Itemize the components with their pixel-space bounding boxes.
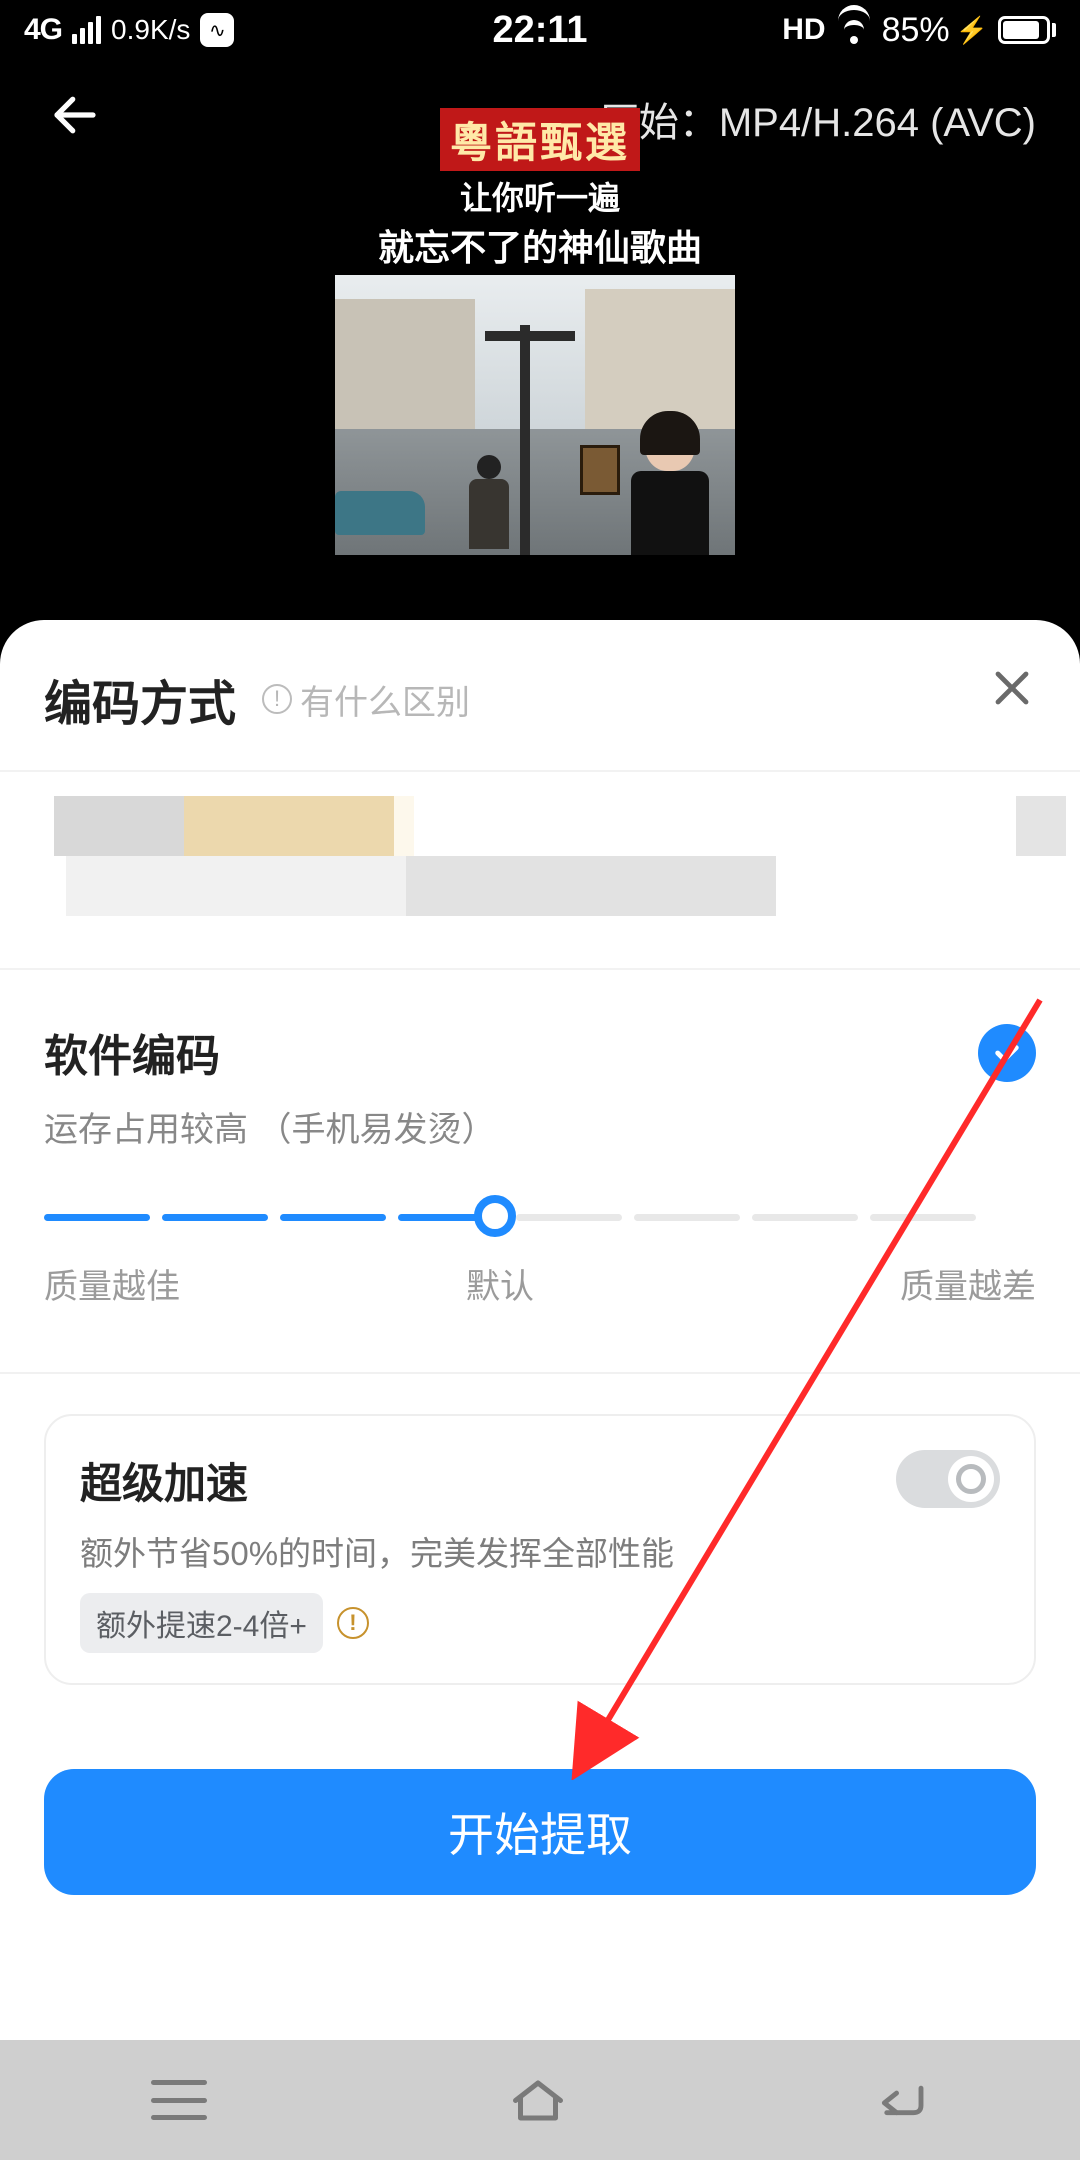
- signal-bars-icon: [72, 16, 101, 44]
- recent-apps-button[interactable]: [151, 2080, 207, 2120]
- system-nav-bar: [0, 2040, 1080, 2160]
- software-encoding-option[interactable]: 软件编码 运存占用较高 （手机易发烫）: [0, 970, 1080, 1181]
- slider-left-label: 质量越佳: [44, 1259, 180, 1308]
- hd-label: HD: [782, 13, 825, 47]
- censored-options-row: [0, 770, 1080, 970]
- start-extract-label: 开始提取: [448, 1799, 632, 1865]
- video-subtitle-1: 让你听一遍: [335, 173, 745, 219]
- clock: 22:11: [492, 9, 587, 52]
- back-button[interactable]: [48, 88, 102, 147]
- boost-badge: 额外提速2-4倍+: [80, 1593, 323, 1653]
- sync-icon: ∿: [200, 13, 234, 47]
- battery-icon: [998, 16, 1056, 44]
- encoding-title: 软件编码: [44, 1020, 1036, 1084]
- net-speed: 0.9K/s: [111, 14, 190, 46]
- close-button[interactable]: [988, 664, 1036, 717]
- video-subtitle-2: 就忘不了的神仙歌曲: [335, 219, 745, 271]
- encoding-desc: 运存占用较高 （手机易发烫）: [44, 1102, 1036, 1151]
- sheet-title: 编码方式: [44, 664, 236, 734]
- info-icon: !: [262, 684, 292, 714]
- boost-desc: 额外节省50%的时间，完美发挥全部性能: [80, 1527, 1000, 1575]
- battery-pct: 85%: [882, 11, 950, 50]
- quality-slider[interactable]: 质量越佳 默认 质量越差: [0, 1181, 1080, 1328]
- start-extract-button[interactable]: 开始提取: [44, 1769, 1036, 1895]
- back-nav-button[interactable]: [869, 2076, 929, 2125]
- status-bar: 4G 0.9K/s ∿ 22:11 HD 85% ⚡: [0, 0, 1080, 60]
- encoding-sheet: 编码方式 ! 有什么区别 软件编码 运存占用较高 （手机易发烫）: [0, 620, 1080, 2160]
- boost-title: 超级加速: [80, 1450, 1000, 1511]
- network-type: 4G: [24, 13, 62, 47]
- boost-toggle[interactable]: [896, 1450, 1000, 1508]
- divider: [0, 1372, 1080, 1374]
- video-banner: 粵語甄選: [440, 108, 640, 171]
- help-text: 有什么区别: [300, 675, 470, 724]
- video-thumbnail[interactable]: 粵語甄選 让你听一遍 就忘不了的神仙歌曲: [335, 108, 745, 555]
- slider-right-label: 质量越差: [900, 1259, 1036, 1308]
- slider-mid-label: 默认: [466, 1259, 534, 1308]
- wifi-icon: [836, 16, 872, 44]
- video-preview-area: 原始：MP4/H.264 (AVC) 粵語甄選 让你听一遍 就忘不了的神仙歌曲: [0, 60, 1080, 620]
- selected-check-icon: [978, 1024, 1036, 1082]
- thumbnail-image: [335, 275, 735, 555]
- help-link[interactable]: ! 有什么区别: [262, 675, 470, 724]
- super-boost-card: 超级加速 额外节省50%的时间，完美发挥全部性能 额外提速2-4倍+ !: [44, 1414, 1036, 1685]
- warning-icon[interactable]: !: [337, 1607, 369, 1639]
- charging-icon: ⚡: [956, 15, 988, 46]
- home-button[interactable]: [508, 2073, 568, 2128]
- slider-handle[interactable]: [474, 1195, 516, 1237]
